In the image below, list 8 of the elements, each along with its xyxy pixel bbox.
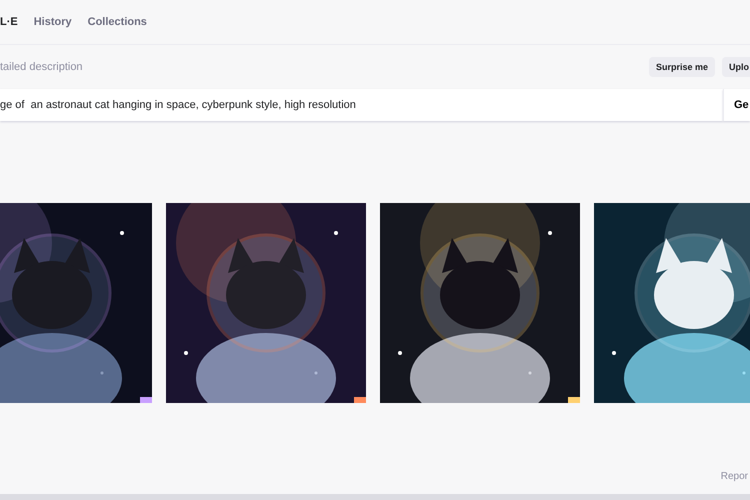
generate-button[interactable]: Ge: [723, 89, 750, 121]
prompt-field[interactable]: ge of an astronaut cat hanging in space, cyberpunk style, high resolution: [0, 89, 723, 121]
nav-link[interactable]: History: [34, 16, 72, 28]
prompt-label: tailed description: [0, 61, 83, 73]
nav-link[interactable]: Collections: [88, 16, 147, 28]
action-button[interactable]: Uplo: [722, 57, 750, 77]
logo[interactable]: L·E: [0, 16, 18, 28]
action-button[interactable]: Surprise me: [648, 57, 715, 77]
